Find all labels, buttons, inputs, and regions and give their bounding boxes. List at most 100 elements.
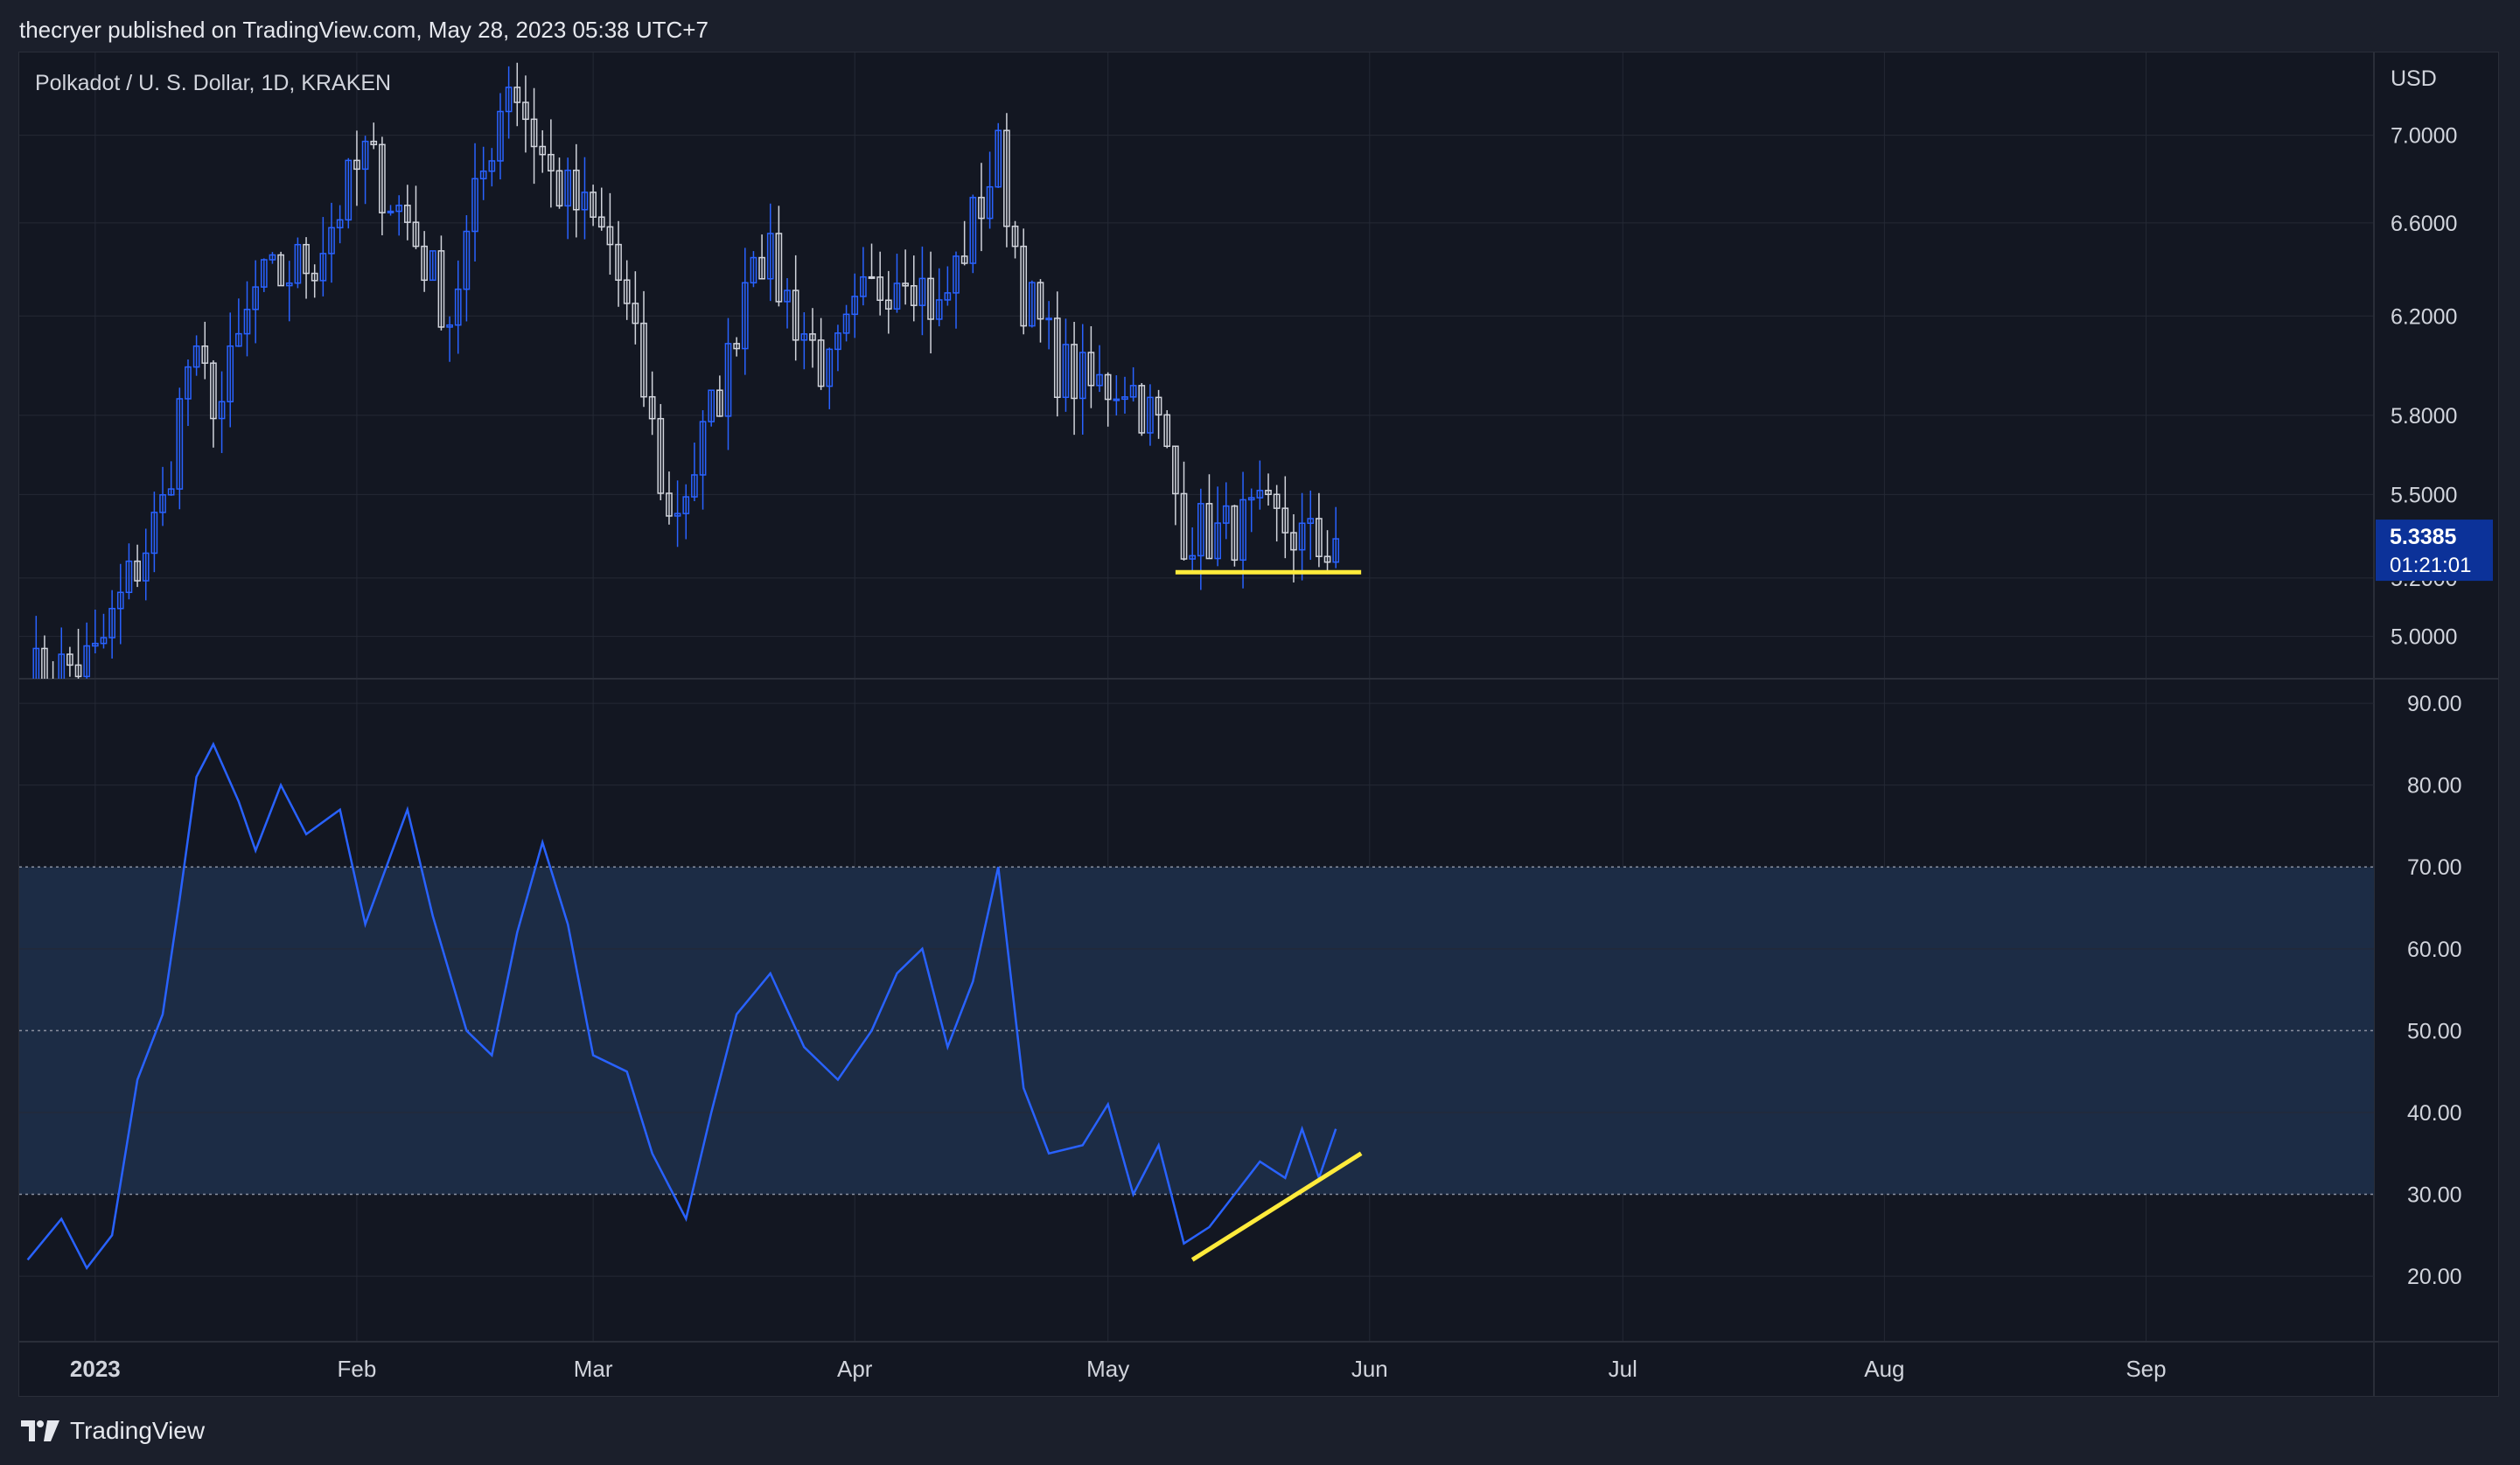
candle (1011, 220, 1019, 259)
candle (1281, 476, 1289, 559)
candle (648, 371, 656, 436)
candle (395, 195, 403, 236)
candle (361, 136, 369, 205)
candle (1222, 482, 1230, 540)
candle (674, 480, 681, 548)
candle (429, 250, 436, 282)
candle (876, 251, 884, 316)
candle (100, 613, 108, 649)
candle (108, 589, 115, 659)
candle (1231, 505, 1239, 567)
rsi-y-tick-label: 50.00 (2407, 1019, 2462, 1043)
price-y-tick-label: 5.8000 (2391, 404, 2457, 429)
candle (1155, 389, 1162, 439)
candle (666, 471, 673, 525)
candle (530, 87, 538, 185)
candle (910, 255, 918, 322)
candle (353, 130, 360, 206)
candle (716, 375, 723, 417)
candle (210, 359, 217, 448)
candle (733, 337, 740, 357)
candle (269, 252, 276, 264)
candle-body (868, 276, 876, 279)
candle (741, 248, 749, 375)
candle (750, 251, 757, 288)
candle (1113, 375, 1120, 416)
candle (1003, 113, 1010, 248)
tradingview-logo-icon[interactable] (19, 1419, 61, 1443)
candle (1037, 279, 1044, 343)
candle (691, 443, 698, 502)
candle (927, 251, 934, 354)
candle (328, 202, 335, 283)
x-tick-label: Sep (2126, 1356, 2166, 1382)
candle (1087, 325, 1095, 408)
x-tick-label: 2023 (70, 1356, 121, 1382)
candle (150, 492, 158, 573)
candle (564, 157, 572, 240)
x-tick-label: Jun (1351, 1356, 1388, 1382)
candle (784, 278, 791, 329)
candle (935, 268, 943, 327)
candle (766, 203, 774, 302)
candle (311, 264, 318, 298)
candle (1180, 461, 1188, 561)
candle (682, 484, 690, 540)
price-chart-title: Polkadot / U. S. Dollar, 1D, KRAKEN (35, 71, 391, 95)
candle-body (1045, 317, 1052, 321)
candle (548, 119, 555, 208)
candle (218, 371, 226, 453)
candle (1205, 474, 1213, 560)
candle (868, 243, 876, 280)
candle (92, 610, 99, 654)
candle (1020, 228, 1028, 335)
candle (597, 187, 605, 231)
candle (387, 205, 394, 216)
candle (615, 220, 622, 307)
candle (826, 347, 834, 409)
price-y-tick-label: 5.5000 (2391, 483, 2457, 507)
price-y-tick-label: 5.0000 (2391, 625, 2457, 650)
price-y-tick-label: 6.2000 (2391, 304, 2457, 329)
candle (446, 316, 453, 362)
candle (471, 143, 478, 262)
candle (488, 148, 496, 187)
candle (708, 389, 716, 427)
candle (724, 317, 732, 450)
candle (995, 122, 1002, 188)
footer: TradingView (19, 1413, 205, 1448)
candle (1029, 280, 1036, 328)
candle (201, 321, 209, 380)
rsi-y-tick-label: 30.00 (2407, 1183, 2462, 1208)
candle (969, 194, 977, 274)
candle (884, 270, 892, 334)
candle (1062, 318, 1070, 412)
candle (640, 290, 647, 408)
candle (1265, 473, 1272, 506)
candle (960, 220, 968, 266)
candle (1053, 291, 1061, 417)
candle (1332, 506, 1340, 569)
candle (116, 563, 124, 645)
candle (623, 260, 631, 320)
candle-body (51, 688, 56, 691)
candle (159, 466, 166, 527)
candle (817, 317, 825, 390)
rsi-y-tick-label: 40.00 (2407, 1101, 2462, 1126)
candle (1273, 485, 1281, 542)
rsi-y-tick-label: 20.00 (2407, 1265, 2462, 1289)
candle (918, 246, 926, 336)
candle (758, 234, 765, 280)
candle (944, 266, 952, 306)
bar-countdown: 01:21:01 (2390, 554, 2471, 577)
candle (1104, 372, 1112, 427)
chart-canvas[interactable]: 2023FebMarAprMayJunJulAugSep5.00005.2000… (19, 52, 2498, 1396)
footer-brand[interactable]: TradingView (70, 1417, 205, 1445)
price-y-tick-label: 7.0000 (2391, 124, 2457, 149)
chart-area[interactable]: 2023FebMarAprMayJunJulAugSep5.00005.2000… (18, 52, 2499, 1397)
candle (1247, 488, 1255, 533)
candle (285, 261, 293, 322)
candle (412, 185, 420, 249)
x-tick-label: Apr (837, 1356, 873, 1382)
current-price-value: 5.3385 (2390, 525, 2457, 549)
